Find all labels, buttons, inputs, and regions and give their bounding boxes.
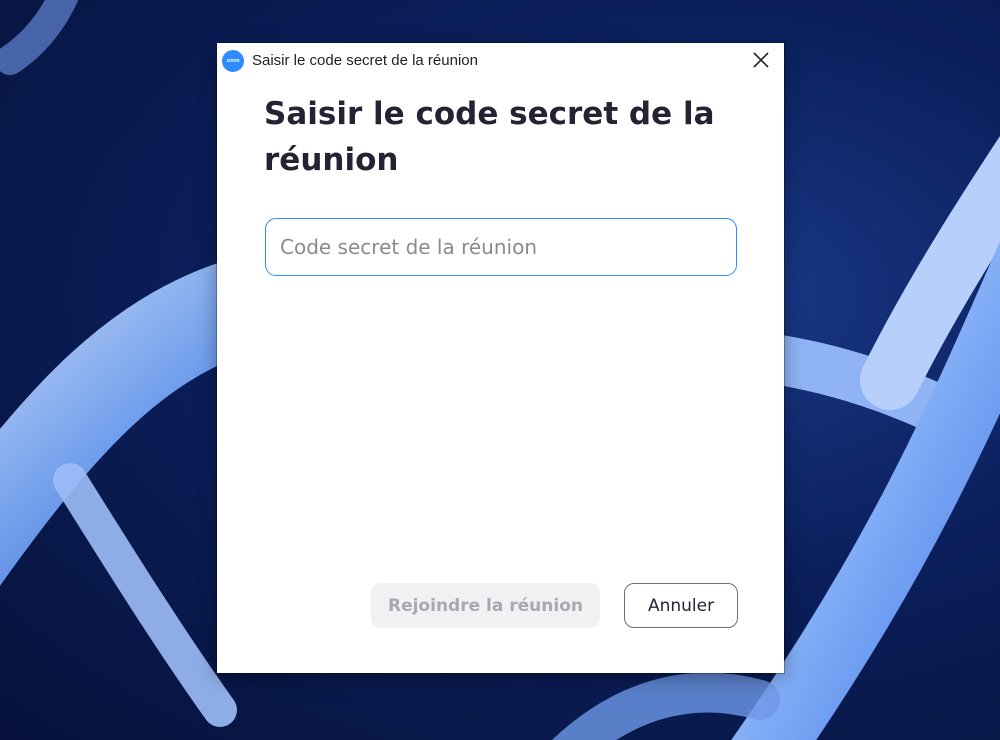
cancel-button[interactable]: Annuler (624, 583, 738, 628)
join-meeting-button[interactable]: Rejoindre la réunion (371, 583, 600, 628)
title-bar[interactable]: zoom Saisir le code secret de la réunion (217, 43, 784, 77)
passcode-dialog: zoom Saisir le code secret de la réunion… (217, 43, 784, 673)
zoom-logo-icon: zoom (222, 50, 244, 72)
window-title: Saisir le code secret de la réunion (252, 52, 478, 69)
close-icon (753, 52, 769, 68)
passcode-input[interactable] (265, 218, 737, 276)
close-button[interactable] (747, 48, 775, 72)
dialog-heading: Saisir le code secret de la réunion (264, 96, 715, 178)
